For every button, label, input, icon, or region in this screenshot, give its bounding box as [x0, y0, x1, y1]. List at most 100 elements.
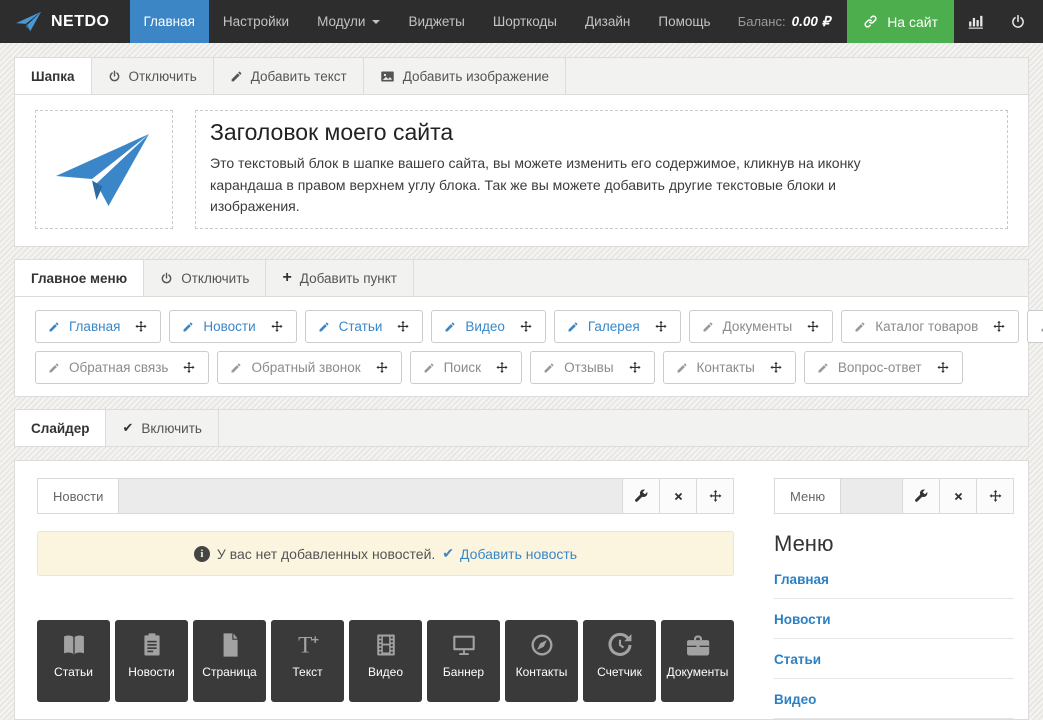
pencil-icon: [854, 321, 866, 333]
menu-item-gallery[interactable]: Галерея: [554, 310, 681, 343]
menu-item-search[interactable]: Поиск: [410, 351, 522, 384]
nav-item-design[interactable]: Дизайн: [571, 0, 644, 43]
paper-plane-icon: [16, 11, 42, 32]
menu-link-home[interactable]: Главная: [774, 559, 1014, 599]
module-button-contacts[interactable]: Контакты: [505, 620, 578, 702]
nav-item-shortcodes[interactable]: Шорткоды: [479, 0, 571, 43]
briefcase-icon: [684, 631, 712, 659]
add-text-button[interactable]: Добавить текст: [214, 58, 364, 94]
site-title: Заголовок моего сайта: [210, 119, 993, 146]
content-column: Новости У вас нет добавленных новостей. …: [37, 478, 734, 719]
book-icon: [60, 631, 88, 659]
pencil-icon: [543, 362, 555, 374]
nav-item-settings[interactable]: Настройки: [209, 0, 303, 43]
pencil-icon: [444, 321, 456, 333]
menu-widget-title: Меню: [775, 479, 841, 513]
wrench-icon: [634, 489, 648, 503]
menu-item-articles[interactable]: Статьи: [305, 310, 424, 343]
header-panel: Заголовок моего сайта Это текстовый блок…: [14, 95, 1029, 247]
disable-header-button[interactable]: Отключить: [92, 58, 214, 94]
tab-main-menu[interactable]: Главное меню: [15, 260, 144, 296]
nav-item-widgets[interactable]: Виджеты: [394, 0, 478, 43]
move-arrows-icon: [519, 320, 533, 334]
stats-button[interactable]: [954, 0, 997, 43]
add-image-button[interactable]: Добавить изображение: [364, 58, 566, 94]
pencil-icon: [230, 362, 242, 374]
module-button-video[interactable]: Видео: [349, 620, 422, 702]
move-arrows-icon: [708, 489, 723, 504]
brand-logo[interactable]: NETDO: [16, 0, 110, 43]
module-button-news[interactable]: Новости: [115, 620, 188, 702]
chain-link-icon: [863, 14, 878, 29]
menu-widget-move-button[interactable]: [976, 479, 1013, 513]
module-button-articles[interactable]: Статьи: [37, 620, 110, 702]
menu-item-feedback[interactable]: Обратная связь: [35, 351, 209, 384]
site-description: Это текстовый блок в шапке вашего сайта,…: [210, 153, 890, 218]
add-news-link[interactable]: ✔Добавить новость: [442, 545, 577, 562]
image-icon: [380, 69, 395, 84]
menu-link-articles[interactable]: Статьи: [774, 639, 1014, 679]
move-arrows-icon: [628, 361, 642, 375]
nav-item-help[interactable]: Помощь: [644, 0, 724, 43]
text-add-icon: T+: [294, 631, 322, 659]
menu-widget-header: Меню: [774, 478, 1014, 514]
nav-item-home[interactable]: Главная: [130, 0, 209, 43]
module-button-documents[interactable]: Документы: [661, 620, 734, 702]
logout-button[interactable]: [997, 0, 1043, 43]
menu-item-callback[interactable]: Обратный звонок: [217, 351, 401, 384]
paper-plane-logo: [48, 131, 160, 209]
pencil-icon: [676, 362, 688, 374]
move-arrows-icon: [806, 320, 820, 334]
menu-items-row-2: Обратная связь Обратный звонок Поиск Отз…: [35, 351, 1008, 384]
site-logo-block[interactable]: [35, 110, 173, 229]
header-section: Шапка Отключить Добавить текст: [14, 57, 1029, 247]
menu-item-reviews[interactable]: Отзывы: [530, 351, 654, 384]
tab-header[interactable]: Шапка: [15, 58, 92, 94]
file-icon: [216, 631, 244, 659]
news-widget-move-button[interactable]: [696, 479, 733, 513]
add-menu-item-button[interactable]: + Добавить пункт: [266, 260, 414, 296]
news-widget-settings-button[interactable]: [622, 479, 659, 513]
main-menu-section: Главное меню Отключить + Добавить пункт …: [14, 259, 1029, 397]
site-title-block[interactable]: Заголовок моего сайта Это текстовый блок…: [195, 110, 1008, 229]
menu-item-documents[interactable]: Документы: [689, 310, 834, 343]
disable-menu-button[interactable]: Отключить: [144, 260, 266, 296]
menu-item-news[interactable]: Новости: [169, 310, 296, 343]
menu-widget-close-button[interactable]: [939, 479, 976, 513]
news-widget-header: Новости: [37, 478, 734, 514]
pencil-icon: [318, 321, 330, 333]
info-circle-icon: [194, 546, 210, 562]
plus-icon: +: [282, 269, 291, 287]
module-button-banner[interactable]: Баннер: [427, 620, 500, 702]
enable-slider-button[interactable]: ✔ Включить: [106, 410, 218, 446]
tab-slider[interactable]: Слайдер: [15, 410, 106, 446]
menu-link-news[interactable]: Новости: [774, 599, 1014, 639]
move-arrows-icon: [134, 320, 148, 334]
check-icon: ✔: [442, 545, 454, 562]
close-icon: [673, 491, 684, 502]
check-icon: ✔: [122, 420, 133, 436]
to-site-button[interactable]: На сайт: [847, 0, 954, 43]
module-button-page[interactable]: Страница: [193, 620, 266, 702]
main-menu-tabstrip: Главное меню Отключить + Добавить пункт: [14, 259, 1029, 297]
menu-link-video[interactable]: Видео: [774, 679, 1014, 719]
caret-down-icon: [372, 20, 380, 24]
move-arrows-icon: [270, 320, 284, 334]
menu-item-faq[interactable]: Вопрос-ответ: [804, 351, 963, 384]
module-button-text[interactable]: T+ Текст: [271, 620, 344, 702]
menu-item-contacts[interactable]: Контакты: [663, 351, 796, 384]
menu-item-video[interactable]: Видео: [431, 310, 545, 343]
move-arrows-icon: [396, 320, 410, 334]
brand-label: NETDO: [51, 13, 110, 31]
news-widget-close-button[interactable]: [659, 479, 696, 513]
menu-widget-settings-button[interactable]: [902, 479, 939, 513]
header-tabstrip: Шапка Отключить Добавить текст: [14, 57, 1029, 95]
menu-item-home[interactable]: Главная: [35, 310, 161, 343]
alert-text: У вас нет добавленных новостей.: [217, 546, 435, 562]
module-button-counter[interactable]: Счетчик: [583, 620, 656, 702]
menu-item-services[interactable]: Услуги: [1027, 310, 1043, 343]
menu-item-catalog[interactable]: Каталог товаров: [841, 310, 1019, 343]
move-arrows-icon: [182, 361, 196, 375]
nav-item-modules[interactable]: Модули: [303, 0, 394, 43]
sidebar-menu-heading: Меню: [774, 531, 1014, 557]
